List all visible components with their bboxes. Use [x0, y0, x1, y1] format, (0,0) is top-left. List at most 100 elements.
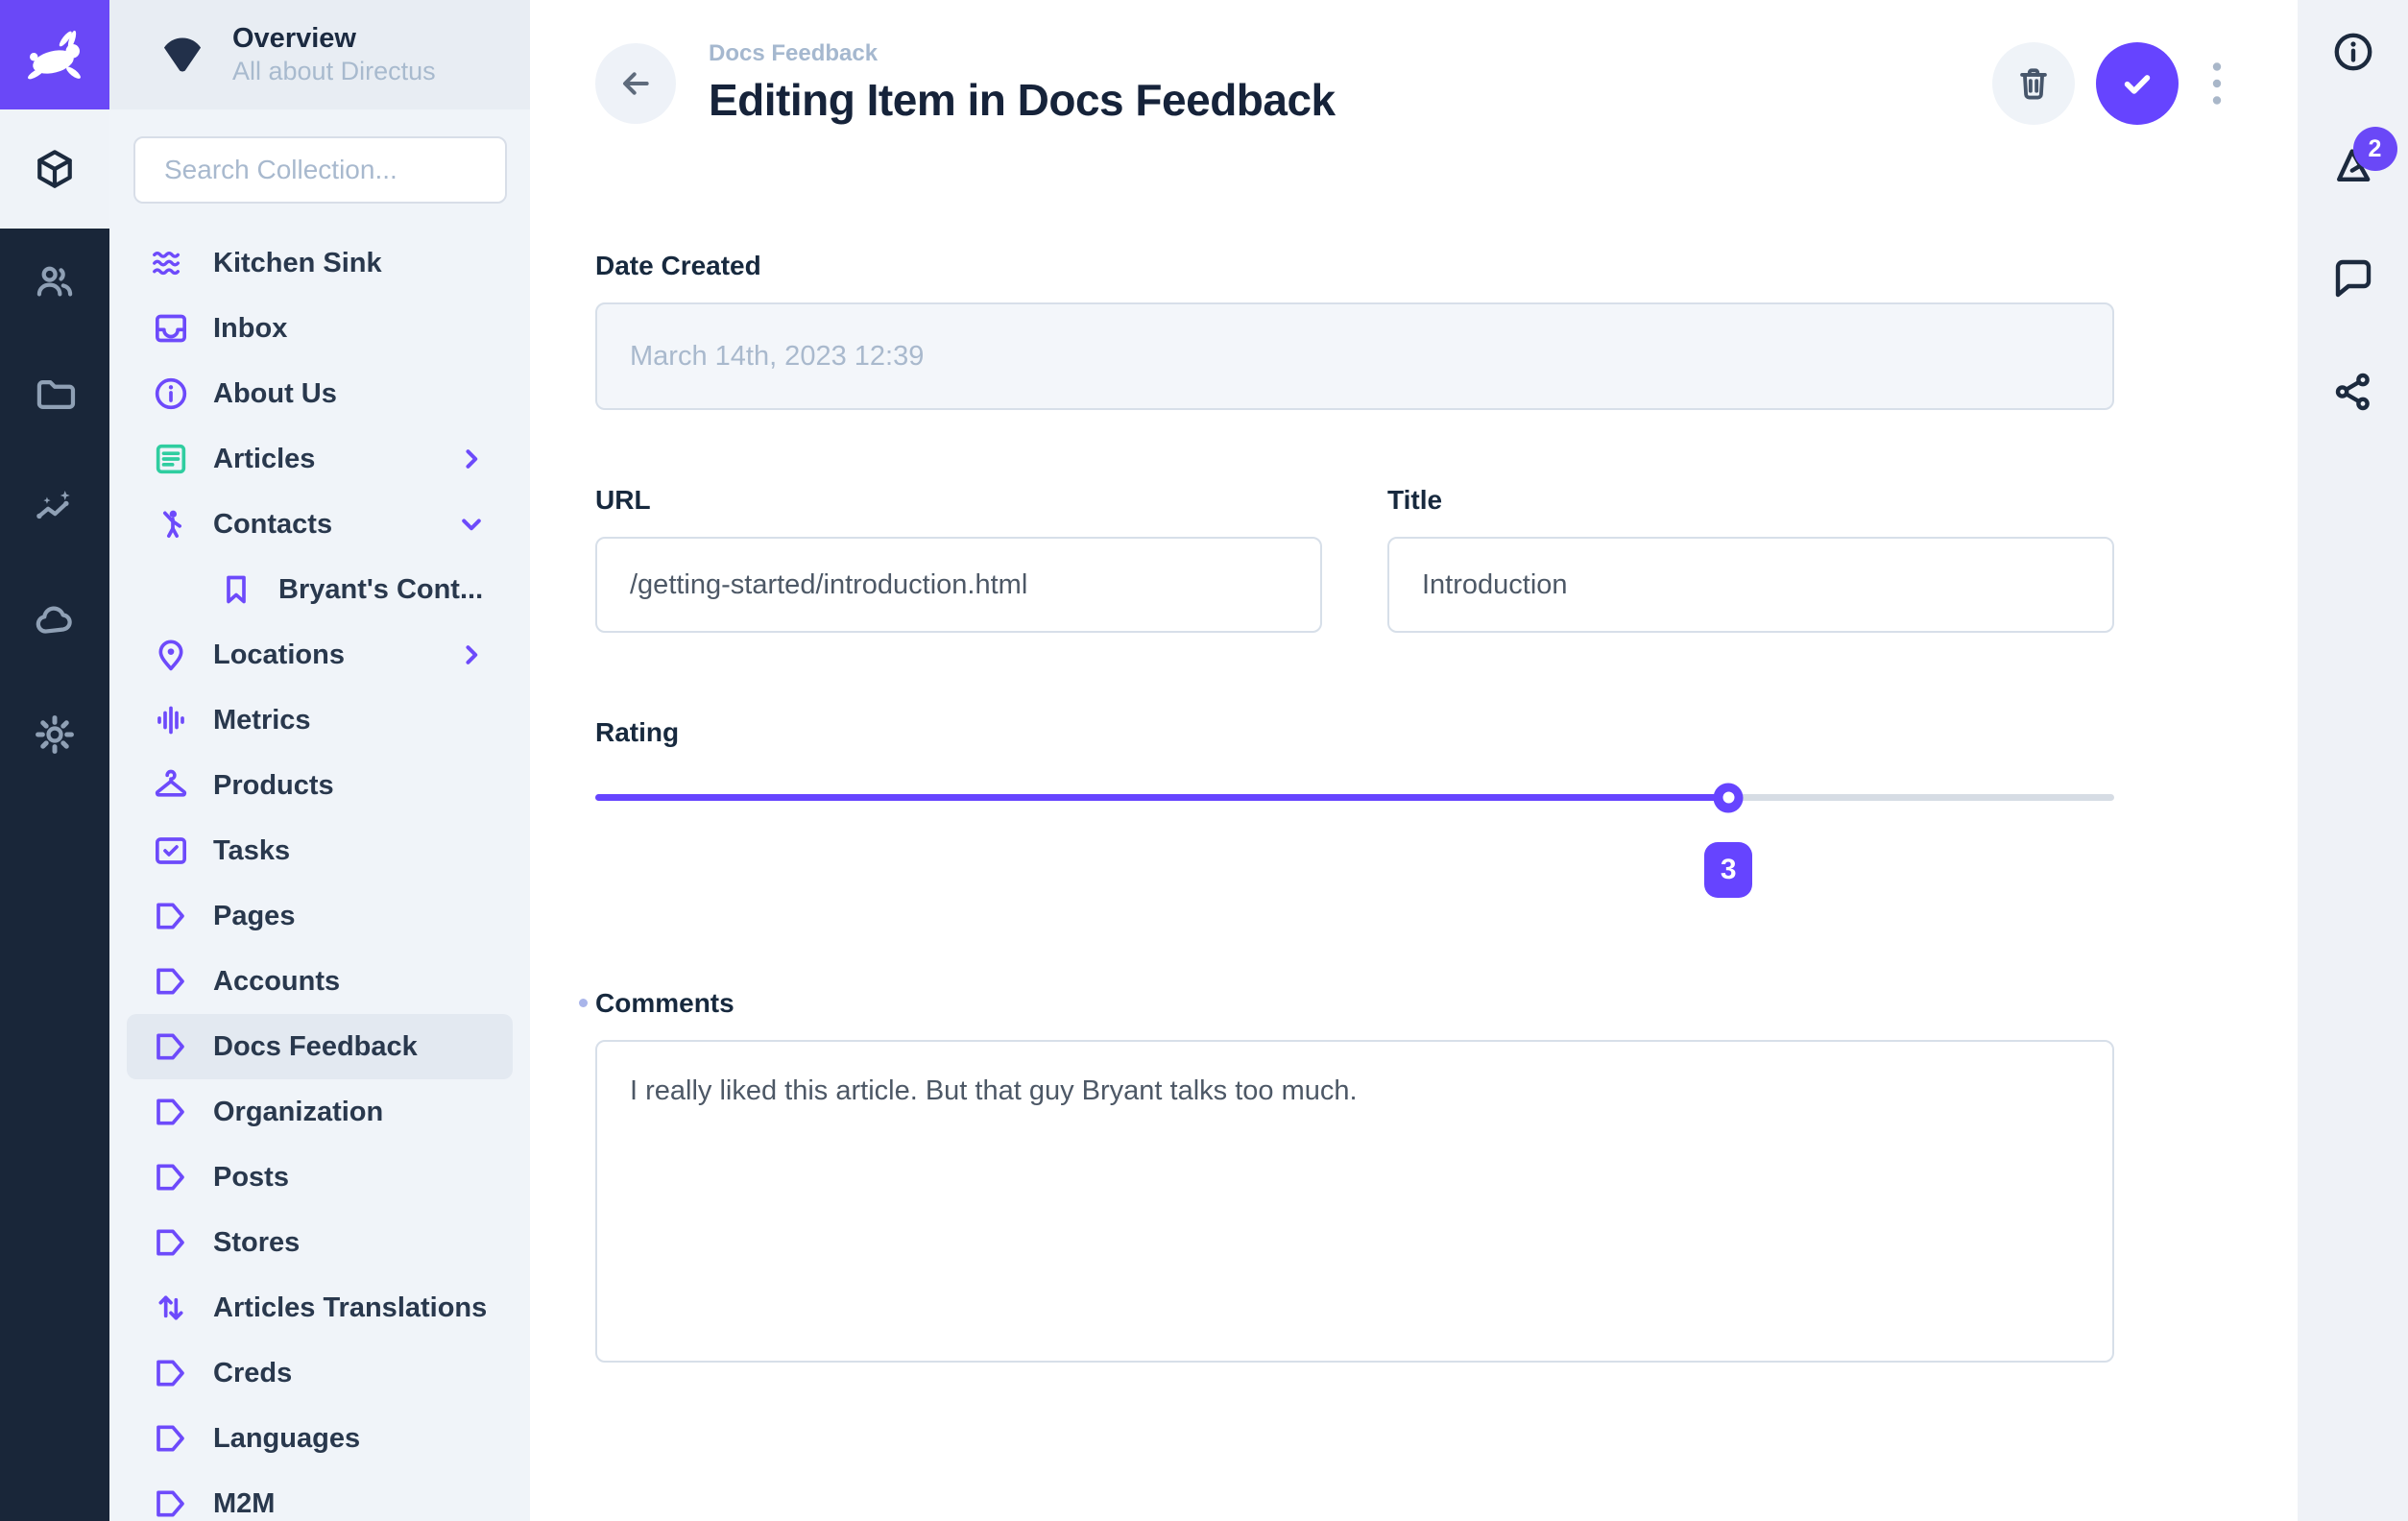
- module-settings[interactable]: [33, 712, 77, 757]
- module-users[interactable]: [33, 259, 77, 303]
- notifications-button[interactable]: 2: [2330, 142, 2376, 188]
- sidebar-item-label: Tasks: [213, 835, 290, 867]
- more-options-button[interactable]: [2205, 42, 2228, 125]
- sidebar-item-label: Articles: [213, 444, 315, 475]
- field-date-created: Date Created: [595, 251, 2114, 410]
- chevron-down-icon[interactable]: [455, 508, 488, 541]
- sidebar-item-locations[interactable]: Locations: [127, 622, 513, 688]
- project-wedge-icon: [157, 30, 207, 80]
- article-icon: [152, 440, 190, 478]
- rating-slider: 3: [595, 783, 2114, 902]
- collections-sidebar: Overview All about Directus Kitchen Sink…: [109, 0, 530, 1521]
- label-icon: [152, 1093, 190, 1131]
- sidebar-item-label: Articles Translations: [213, 1292, 487, 1324]
- sidebar-item-organization[interactable]: Organization: [127, 1079, 513, 1145]
- date-created-input[interactable]: [595, 302, 2114, 410]
- module-cloud[interactable]: [33, 599, 77, 643]
- sidebar-item-tasks[interactable]: Tasks: [127, 818, 513, 883]
- info-button[interactable]: [2330, 29, 2376, 75]
- info-icon: [152, 374, 190, 413]
- chevron-right-icon[interactable]: [455, 443, 488, 475]
- gear-icon: [33, 712, 77, 757]
- sidebar-item-label: Creds: [213, 1358, 292, 1389]
- sidebar-item-creds[interactable]: Creds: [127, 1340, 513, 1406]
- sidebar-item-bryants-contacts[interactable]: Bryant's Cont...: [127, 557, 513, 622]
- sidebar-item-label: Docs Feedback: [213, 1031, 418, 1063]
- comments-textarea[interactable]: I really liked this article. But that gu…: [595, 1040, 2114, 1363]
- project-header[interactable]: Overview All about Directus: [109, 0, 530, 109]
- module-content[interactable]: [0, 109, 109, 229]
- comments-button[interactable]: [2330, 255, 2376, 302]
- share-icon: [2330, 369, 2376, 415]
- delete-button[interactable]: [1992, 42, 2075, 125]
- title-block: Docs Feedback Editing Item in Docs Feedb…: [709, 40, 1336, 126]
- sidebar-item-label: Products: [213, 770, 334, 802]
- sidebar-item-label: M2M: [213, 1488, 275, 1520]
- task-check-icon: [152, 832, 190, 870]
- notification-badge: 2: [2353, 127, 2397, 171]
- sidebar-item-contacts[interactable]: Contacts: [127, 492, 513, 557]
- directus-logo[interactable]: [0, 0, 109, 109]
- chevron-right-icon[interactable]: [455, 639, 488, 671]
- sidebar-item-metrics[interactable]: Metrics: [127, 688, 513, 753]
- sidebar-item-kitchen-sink[interactable]: Kitchen Sink: [127, 230, 513, 296]
- search-collection-input[interactable]: [133, 136, 507, 204]
- sidebar-item-label: Accounts: [213, 966, 340, 998]
- field-rating: Rating 3: [595, 717, 2114, 902]
- sidebar-item-products[interactable]: Products: [127, 753, 513, 818]
- analytics-icon: [33, 486, 77, 530]
- rating-value-badge: 3: [1704, 842, 1752, 898]
- comments-label: Comments: [595, 988, 734, 1018]
- speech-bubble-icon: [2330, 255, 2376, 302]
- hanger-icon: [152, 766, 190, 805]
- label-icon: [152, 897, 190, 935]
- share-button[interactable]: [2330, 369, 2376, 415]
- sidebar-item-posts[interactable]: Posts: [127, 1145, 513, 1210]
- sidebar-item-label: Posts: [213, 1162, 289, 1194]
- sidebar-item-articles-translations[interactable]: Articles Translations: [127, 1275, 513, 1340]
- sidebar-item-accounts[interactable]: Accounts: [127, 949, 513, 1014]
- check-icon: [2115, 61, 2159, 106]
- breadcrumb[interactable]: Docs Feedback: [709, 40, 1336, 67]
- users-icon: [33, 259, 77, 303]
- sidebar-item-docs-feedback[interactable]: Docs Feedback: [127, 1014, 513, 1079]
- date-created-label: Date Created: [595, 251, 2114, 281]
- sidebar-item-pages[interactable]: Pages: [127, 883, 513, 949]
- person-waving-icon: [152, 505, 190, 543]
- sidebar-item-label: Organization: [213, 1097, 383, 1128]
- sidebar-item-articles[interactable]: Articles: [127, 426, 513, 492]
- slider-track[interactable]: [595, 794, 2114, 801]
- label-icon: [152, 962, 190, 1001]
- swap-vertical-icon: [152, 1289, 190, 1327]
- slider-handle[interactable]: [1714, 783, 1744, 812]
- url-label: URL: [595, 485, 1322, 516]
- item-form: Date Created URL Title Rating: [530, 251, 2114, 1367]
- project-title: Overview: [232, 22, 436, 56]
- sidebar-item-about-us[interactable]: About Us: [127, 361, 513, 426]
- sidebar-item-label: About Us: [213, 378, 337, 410]
- sidebar-item-label: Metrics: [213, 705, 311, 736]
- inbox-icon: [152, 309, 190, 348]
- sidebar-item-label: Languages: [213, 1423, 360, 1455]
- sidebar-item-inbox[interactable]: Inbox: [127, 296, 513, 361]
- url-input[interactable]: [595, 537, 1322, 633]
- map-pin-icon: [152, 636, 190, 674]
- module-files[interactable]: [33, 373, 77, 417]
- sidebar-item-label: Kitchen Sink: [213, 248, 382, 279]
- module-insights[interactable]: [33, 486, 77, 530]
- page-title: Editing Item in Docs Feedback: [709, 74, 1336, 126]
- label-icon: [152, 1027, 190, 1066]
- trash-icon: [2013, 63, 2054, 104]
- sidebar-item-languages[interactable]: Languages: [127, 1406, 513, 1471]
- sidebar-item-label: Contacts: [213, 509, 332, 541]
- collections-list: Kitchen Sink Inbox About Us Articles Con…: [109, 230, 530, 1521]
- back-button[interactable]: [595, 43, 676, 124]
- title-input[interactable]: [1387, 537, 2114, 633]
- module-bar-dark: [0, 229, 109, 1521]
- rabbit-logo-icon: [20, 20, 89, 89]
- right-sidebar: 2: [2298, 0, 2408, 1521]
- edited-indicator-dot: [579, 999, 588, 1007]
- save-button[interactable]: [2096, 42, 2179, 125]
- sidebar-item-stores[interactable]: Stores: [127, 1210, 513, 1275]
- sidebar-item-m2m[interactable]: M2M: [127, 1471, 513, 1521]
